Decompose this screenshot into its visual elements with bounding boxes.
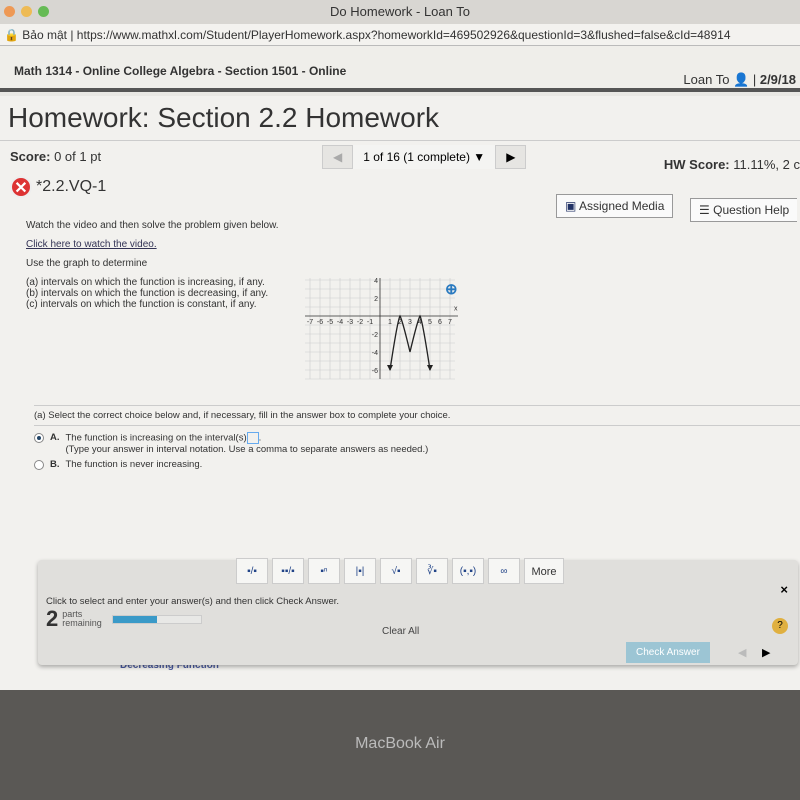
nth-root-tool[interactable]: ∛▪ — [416, 558, 448, 584]
x-tick-label: 5 — [428, 319, 432, 326]
score-label: Score: — [10, 149, 51, 164]
help-icon[interactable]: ? — [772, 618, 788, 634]
question-id-text: *2.2.VQ-1 — [36, 178, 107, 195]
incorrect-icon: ✕ — [10, 176, 32, 198]
hw-score-label: HW Score: — [663, 157, 730, 172]
video-link[interactable]: Click here to watch the video. — [26, 239, 157, 250]
intro-text: Watch the video and then solve the probl… — [26, 220, 279, 231]
x-tick-label: -6 — [317, 319, 323, 326]
x-tick-label: 3 — [408, 319, 412, 326]
x-tick-label: -4 — [337, 319, 343, 326]
progress-bar — [111, 614, 202, 624]
check-answer-button[interactable]: Check Answer — [626, 642, 710, 663]
clear-all-button[interactable]: Clear All — [382, 626, 419, 637]
part-a-instruction: (a) Select the correct choice below and,… — [34, 405, 800, 421]
interval-answer-input[interactable] — [246, 432, 259, 444]
function-graph: -7-6-5-4-3-2-1123456742-2-4-6xy — [305, 278, 458, 380]
prev-part-button[interactable]: ◀ — [738, 646, 746, 659]
close-panel-button[interactable]: × — [780, 582, 788, 597]
next-question-button[interactable]: ▶ — [496, 145, 525, 169]
screen: Do Homework - Loan To 🔒 Bảo mật | https:… — [0, 0, 800, 690]
close-window-button[interactable] — [4, 6, 15, 17]
page-title: Homework: Section 2.2 Homework — [8, 102, 440, 133]
choice-a-text: The function is increasing on the interv… — [65, 432, 247, 444]
parts-remaining: 2 parts remaining — [46, 606, 202, 632]
choice-a-radio[interactable] — [34, 433, 44, 443]
user-name[interactable]: Loan To — [683, 72, 729, 87]
question-id: ✕ *2.2.VQ-1 — [10, 176, 106, 198]
x-tick-label: 7 — [448, 319, 452, 326]
media-icon: ▣ — [565, 199, 577, 213]
url-text[interactable]: https://www.mathxl.com/Student/PlayerHom… — [77, 28, 731, 42]
x-tick-label: -5 — [327, 319, 333, 326]
window-titlebar: Do Homework - Loan To — [0, 0, 800, 24]
device-label: MacBook Air — [355, 735, 445, 752]
next-part-button[interactable]: ▶ — [762, 646, 770, 659]
answer-panel: ▪/▪ ▪▪/▪ ▪ⁿ |▪| √▪ ∛▪ (▪,▪) ∞ More × Cli… — [38, 558, 798, 665]
window-title: Do Homework - Loan To — [330, 4, 470, 19]
list-icon: ☰ — [699, 203, 710, 217]
question-navigator: ◀ 1 of 16 (1 complete) ▼ ▶ — [322, 145, 527, 169]
x-tick-label: 6 — [438, 319, 442, 326]
fraction-tool[interactable]: ▪/▪ — [236, 558, 268, 584]
y-tick-label: -4 — [372, 350, 378, 357]
course-name: Math 1314 - Online College Algebra - Sec… — [14, 64, 347, 78]
security-label: Bảo mật — [22, 28, 67, 42]
score-value: 0 of 1 pt — [54, 149, 102, 164]
prompt-text: Use the graph to determine — [26, 258, 148, 269]
x-tick-label: -3 — [347, 319, 353, 326]
choice-b-text: The function is never increasing. — [65, 459, 203, 470]
minimize-window-button[interactable] — [21, 6, 32, 17]
user-icon: 👤 — [733, 72, 750, 87]
y-tick-label: 2 — [374, 296, 378, 303]
x-tick-label: -2 — [357, 319, 363, 326]
mixed-number-tool[interactable]: ▪▪/▪ — [272, 558, 304, 584]
prev-question-button[interactable]: ◀ — [323, 145, 352, 169]
question-help-button[interactable]: ☰ Question Help — [690, 198, 798, 222]
choice-b-radio[interactable] — [34, 460, 44, 470]
question-select[interactable]: 1 of 16 (1 complete) ▼ — [352, 145, 497, 169]
course-header: Math 1314 - Online College Algebra - Sec… — [0, 46, 800, 92]
choice-b[interactable]: B. The function is never increasing. — [34, 459, 800, 470]
x-tick-label: -7 — [307, 319, 313, 326]
address-bar[interactable]: 🔒 Bảo mật | https://www.mathxl.com/Stude… — [0, 24, 800, 46]
y-tick-label: -6 — [372, 368, 378, 375]
y-tick-label: -2 — [372, 332, 378, 339]
absolute-value-tool[interactable]: |▪| — [344, 558, 376, 584]
date: 2/9/18 — [759, 72, 796, 87]
square-root-tool[interactable]: √▪ — [380, 558, 412, 584]
interval-tool[interactable]: (▪,▪) — [452, 558, 484, 584]
x-axis-label: x — [454, 306, 458, 313]
x-tick-label: 1 — [388, 319, 392, 326]
choice-a-note: (Type your answer in interval notation. … — [65, 444, 429, 455]
choice-a[interactable]: A. The function is increasing on the inte… — [34, 432, 800, 455]
math-toolbar: ▪/▪ ▪▪/▪ ▪ⁿ |▪| √▪ ∛▪ (▪,▪) ∞ More — [236, 558, 564, 584]
y-tick-label: 4 — [374, 278, 378, 285]
zoom-window-button[interactable] — [38, 6, 49, 17]
x-tick-label: -1 — [367, 319, 373, 326]
exponent-tool[interactable]: ▪ⁿ — [308, 558, 340, 584]
zoom-in-icon[interactable]: ⊕ — [445, 280, 458, 298]
assigned-media-button[interactable]: ▣ Assigned Media — [556, 194, 674, 218]
infinity-tool[interactable]: ∞ — [488, 558, 520, 584]
hw-score-value: 11.11%, 2 c — [733, 157, 800, 172]
more-tools-button[interactable]: More — [524, 558, 564, 584]
